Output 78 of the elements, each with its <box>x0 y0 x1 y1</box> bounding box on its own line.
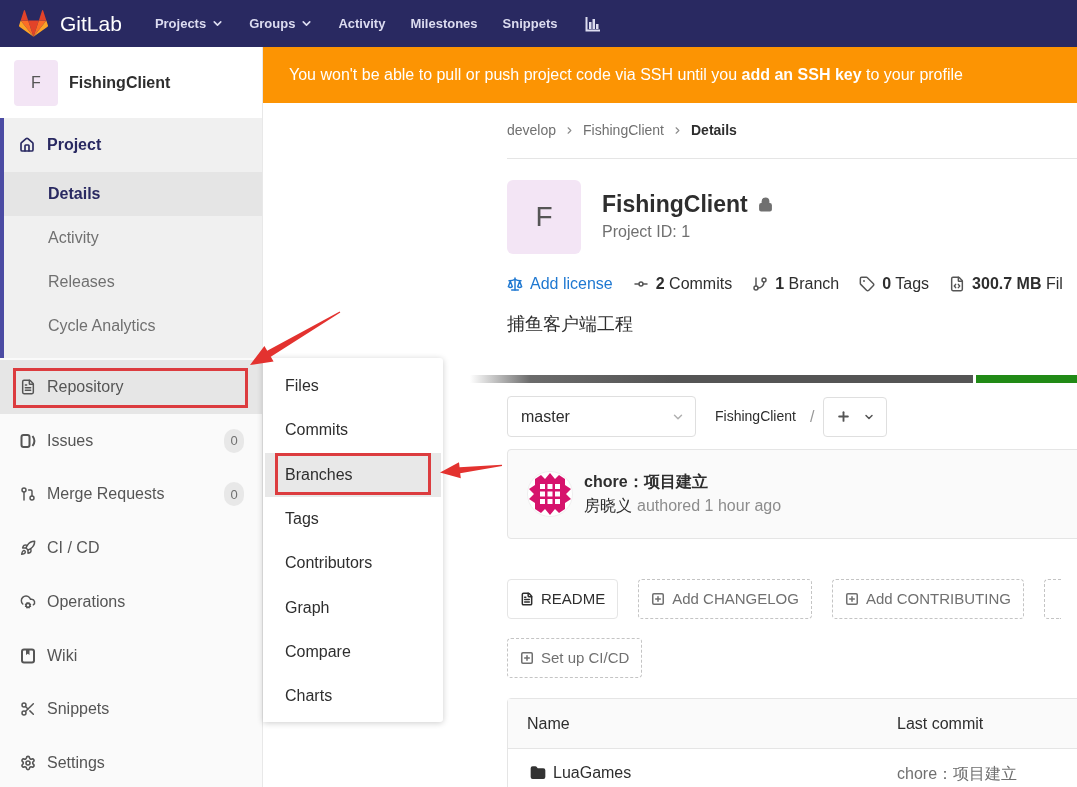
sidebar-item[interactable]: Operations <box>0 575 262 629</box>
sidebar-subitem[interactable]: Releases <box>4 260 262 304</box>
file-code-icon <box>949 276 966 292</box>
branch-icon <box>752 276 769 292</box>
project-avatar: F <box>507 180 581 254</box>
stat-link[interactable]: 2 Commits <box>632 272 733 296</box>
add-file-button[interactable]: Add CHANGELOG <box>638 579 812 619</box>
banner-message: You won't be able to pull or push project code via SSH until you add an SSH key to your profile <box>289 65 963 85</box>
document-icon <box>20 378 36 395</box>
flyout-menu-item[interactable]: Compare <box>265 629 441 675</box>
home-icon <box>19 137 35 153</box>
sidebar-subitem[interactable]: Activity <box>4 216 262 260</box>
folder-icon <box>530 764 546 781</box>
scissors-icon <box>20 701 36 718</box>
flyout-menu-item[interactable]: Commits <box>265 408 441 453</box>
column-header: Name <box>527 714 570 732</box>
commit-title[interactable]: chore：项目建立 <box>584 470 782 494</box>
count-badge: 0 <box>224 428 244 453</box>
plus-square-icon <box>651 592 666 606</box>
nav-link[interactable]: Projects <box>154 13 225 34</box>
project-avatar: F <box>14 59 58 106</box>
sidebar-subitem[interactable]: Details <box>4 172 262 216</box>
sidebar-item[interactable]: Issues 0 <box>0 413 262 468</box>
sidebar-item[interactable]: Merge Requests 0 <box>0 467 262 522</box>
count-badge: 0 <box>224 482 244 507</box>
sidebar-item[interactable]: Wiki <box>0 628 262 683</box>
logo-icon[interactable] <box>19 10 48 37</box>
flyout-menu-item[interactable]: Graph <box>265 585 441 630</box>
issues-icon <box>20 432 36 449</box>
add-file-button[interactable]: Set up CI/CD <box>507 638 643 678</box>
plus-square-icon <box>844 592 859 606</box>
stat-link[interactable]: 1 Branch <box>752 272 840 296</box>
add-file-button[interactable]: Add CONTRIBUTING <box>831 579 1024 619</box>
nav-link[interactable]: Milestones <box>410 13 478 34</box>
flyout-menu-item[interactable]: Tags <box>265 496 441 542</box>
merge-request-icon <box>20 486 36 503</box>
sidebar-item[interactable]: CI / CD <box>0 521 262 575</box>
file-name-link[interactable]: LuaGames <box>530 760 632 785</box>
scale-icon <box>507 276 523 292</box>
flyout-menu-item[interactable]: Charts <box>265 674 441 719</box>
nav-link[interactable]: Groups <box>249 13 314 34</box>
breadcrumb-link[interactable]: develop <box>507 120 557 141</box>
path-link[interactable]: FishingClient <box>715 406 796 427</box>
commit-author[interactable]: 房晓义 <box>584 494 632 518</box>
sidebar-subitem[interactable]: Cycle Analytics <box>4 304 262 348</box>
project-id: Project ID: 1 <box>602 222 692 242</box>
nav-link[interactable]: Activity <box>338 13 386 34</box>
breadcrumb-link[interactable]: Details <box>691 120 737 141</box>
rocket-icon <box>20 540 36 557</box>
bar-chart-icon[interactable] <box>585 15 602 32</box>
add-license-link[interactable]: Add license <box>507 272 613 296</box>
book-icon <box>20 647 36 664</box>
cloud-gear-icon <box>20 593 36 610</box>
identicon-avatar-icon <box>527 471 573 517</box>
sidebar-item[interactable]: Project <box>4 118 262 172</box>
tag-icon <box>859 276 876 292</box>
commit-meta: authored 1 hour ago <box>637 496 782 516</box>
project-title: FishingClient <box>602 190 748 218</box>
last-commit-link[interactable]: chore：项目建立 <box>897 762 1018 786</box>
settings-icon <box>20 755 36 772</box>
project-description: 捕鱼客户端工程 <box>507 313 634 336</box>
sidebar-item[interactable]: Settings <box>0 736 262 787</box>
column-header: Last commit <box>897 714 984 732</box>
sidebar-project-name[interactable]: FishingClient <box>69 70 171 95</box>
plus-icon <box>835 409 851 424</box>
flyout-menu-item[interactable]: Files <box>265 364 441 409</box>
breadcrumb-link[interactable]: FishingClient <box>583 120 664 141</box>
document-icon <box>520 592 534 606</box>
stat-link[interactable]: 300.7 MB Fil <box>949 272 1063 296</box>
file-link-button[interactable]: README <box>507 579 619 619</box>
sidebar-item[interactable]: Snippets <box>0 682 262 737</box>
path-separator: / <box>809 406 815 427</box>
stat-link[interactable]: 0 Tags <box>859 272 930 296</box>
brand-link[interactable]: GitLab <box>60 7 122 40</box>
nav-link[interactable]: Snippets <box>502 13 558 34</box>
branch-select[interactable]: master <box>507 396 696 437</box>
plus-square-icon <box>520 651 534 665</box>
flyout-menu-item[interactable]: Contributors <box>265 541 441 586</box>
